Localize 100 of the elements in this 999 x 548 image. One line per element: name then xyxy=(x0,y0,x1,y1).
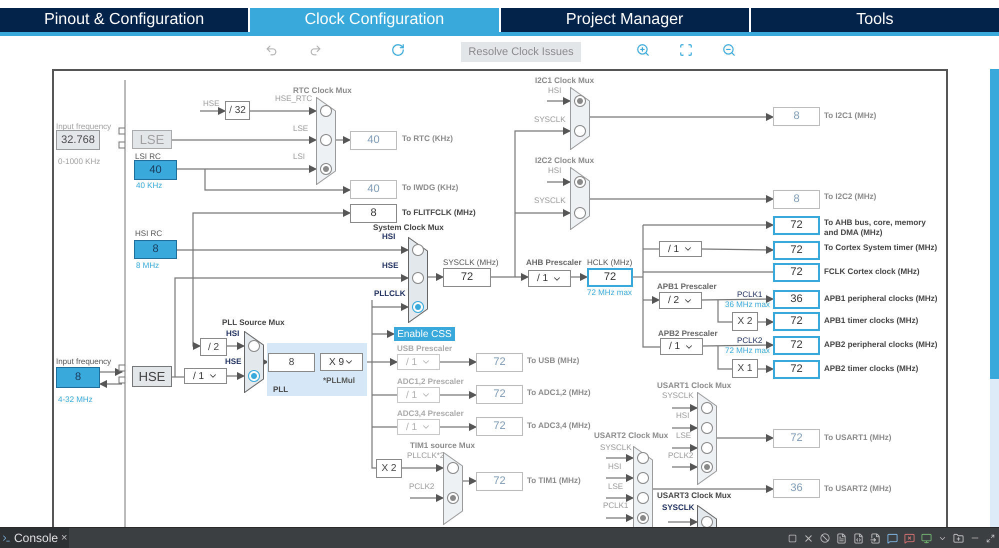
mux-input-label: PCLK2 xyxy=(668,451,694,460)
frequency-output-field[interactable]: 72 xyxy=(773,241,820,260)
output-label: To I2C1 (MHz) xyxy=(824,111,876,121)
output-label: To USART2 (MHz) xyxy=(824,484,892,494)
output-label: APB2 peripheral clocks (MHz) xyxy=(824,340,938,350)
mux-input-label: LSI xyxy=(293,152,306,161)
prescaler-dropdown[interactable]: X 9 xyxy=(320,353,363,371)
prescaler-caption: *PLLMul xyxy=(323,375,355,387)
mux-title: RTC Clock Mux xyxy=(293,85,352,95)
output-label: To USB (MHz) xyxy=(527,356,580,366)
mux-input-label: SYSCLK xyxy=(600,443,632,452)
bus-clock-max-label: 36 MHz max xyxy=(725,299,770,311)
rc-oscillator-label: LSI RC xyxy=(135,151,161,163)
pll-label: PLL xyxy=(273,384,288,396)
sysclk-field: 72 xyxy=(443,268,491,287)
output-label: To ADC3,4 (MHz) xyxy=(527,421,591,431)
rc-oscillator-label: HSI RC xyxy=(135,228,162,240)
mux-input-label: PCLK1 xyxy=(603,501,628,510)
frequency-output-field[interactable]: 72 xyxy=(773,216,820,235)
frequency-output-field[interactable]: 72 xyxy=(773,263,820,282)
mux-input-label: HSI xyxy=(548,86,562,95)
tab[interactable]: Project Manager xyxy=(500,8,749,32)
mux-input-label: HSE xyxy=(382,261,398,270)
mux-title: System Clock Mux xyxy=(373,222,444,233)
frequency-output-field[interactable]: 72 xyxy=(773,360,820,379)
prescaler-label: APB2 Prescaler xyxy=(658,328,718,340)
mux-title: USART2 Clock Mux xyxy=(594,430,668,442)
output-label: To AHB bus, core, memory and DMA (MHz) xyxy=(824,218,927,238)
prescaler-dropdown[interactable]: / 1 xyxy=(528,270,571,287)
bus-clock-max-label: 72 MHz max xyxy=(725,345,770,357)
mux-input-label: HSI xyxy=(608,462,622,471)
input-frequency-label: Input frequency xyxy=(56,356,112,368)
prescaler-dropdown[interactable]: / 2 xyxy=(659,292,702,309)
console-tab[interactable]: Console × xyxy=(0,528,70,548)
divider-block: X 1 xyxy=(732,359,758,378)
mux-input-label: HSI xyxy=(226,329,240,338)
mux-input-label: SYSCLK xyxy=(662,503,694,512)
mux-input-label: LSE xyxy=(293,124,308,133)
signal-label: HSE xyxy=(203,98,220,110)
prescaler-label: USB Prescaler xyxy=(397,343,452,355)
frequency-output-field[interactable]: 72 xyxy=(773,312,820,331)
pll-input-field: 8 xyxy=(268,353,315,372)
mux-title: USART3 Clock Mux xyxy=(657,490,732,502)
prescaler-dropdown[interactable]: / 1 xyxy=(184,368,227,384)
output-label: To TIM1 (MHz) xyxy=(527,476,581,486)
mux-input-label: HSE_RTC xyxy=(275,94,312,103)
mux-input-label: PLLCLK*2 xyxy=(407,451,444,460)
mux-title: USART1 Clock Mux xyxy=(657,380,732,392)
output-label: To USART1 (MHz) xyxy=(824,433,892,443)
hclk-label: HCLK (MHz) xyxy=(587,257,632,269)
output-label: To ADC1,2 (MHz) xyxy=(527,388,591,398)
input-frequency-field[interactable]: 32.768 xyxy=(56,130,100,150)
output-label: To FLITFCLK (MHz) xyxy=(402,208,476,218)
rc-frequency-label: 8 MHz xyxy=(136,260,160,272)
mux-input-label: SYSCLK xyxy=(534,196,566,205)
rc-oscillator-block: 40 xyxy=(134,160,177,180)
mux-input-label: HSI xyxy=(382,232,396,241)
input-frequency-field[interactable]: 8 xyxy=(56,367,100,388)
mux-input-label: HSI xyxy=(548,166,562,175)
prescaler-label: APB1 Prescaler xyxy=(657,281,717,293)
output-label: To IWDG (KHz) xyxy=(402,183,458,193)
oscillator-block[interactable]: HSE xyxy=(132,366,172,387)
frequency-output-field[interactable]: 72 xyxy=(773,336,820,355)
rc-frequency-label: 40 KHz xyxy=(136,180,162,192)
prescaler-label: AHB Prescaler xyxy=(526,257,582,269)
mux-input-label: PCLK2 xyxy=(409,482,434,491)
prescaler-label: ADC3,4 Prescaler xyxy=(397,408,464,420)
divider-block: X 2 xyxy=(376,459,402,478)
mux-title: PLL Source Mux xyxy=(222,317,285,329)
output-label: To Cortex System timer (MHz) xyxy=(824,243,938,253)
prescaler-dropdown[interactable]: / 1 xyxy=(659,241,702,257)
prescaler-dropdown[interactable]: / 1 xyxy=(660,338,703,355)
mux-input-label: HSI xyxy=(676,411,690,420)
bus-clock-label: PCLK1 xyxy=(737,289,762,301)
rc-oscillator-block: 8 xyxy=(134,240,177,259)
mux-input-label: LSE xyxy=(676,431,692,440)
output-label: APB2 timer clocks (MHz) xyxy=(824,364,918,374)
mux-title: I2C1 Clock Mux xyxy=(535,75,594,87)
hclk-max-label: 72 MHz max xyxy=(587,287,632,299)
mux-title: I2C2 Clock Mux xyxy=(535,155,594,167)
mux-input-label: HSE xyxy=(225,357,242,366)
close-icon[interactable]: × xyxy=(61,530,68,546)
output-label: To I2C2 (MHz) xyxy=(824,192,876,202)
frequency-output-field[interactable]: 36 xyxy=(773,290,820,309)
frequency-output-field[interactable]: 8 xyxy=(350,204,397,223)
divider-block: X 2 xyxy=(732,312,758,331)
output-label: APB1 peripheral clocks (MHz) xyxy=(824,294,938,304)
console-tab-label: Console xyxy=(14,530,58,547)
output-label: To RTC (KHz) xyxy=(402,134,453,144)
prescaler-label: ADC1,2 Prescaler xyxy=(397,376,464,388)
output-label: FCLK Cortex clock (MHz) xyxy=(824,267,920,277)
output-label: APB1 timer clocks (MHz) xyxy=(824,316,918,326)
bus-clock-label: PCLK2 xyxy=(737,335,762,347)
sysclk-label: SYSCLK (MHz) xyxy=(443,257,499,269)
mux-title: TIM1 source Mux xyxy=(410,440,475,452)
tab[interactable]: Pinout & Configuration xyxy=(0,8,248,32)
tab[interactable]: Tools xyxy=(750,8,999,32)
hclk-field[interactable]: 72 xyxy=(587,268,633,287)
mux-input-label: PLLCLK xyxy=(374,289,406,298)
divider-block: / 32 xyxy=(225,101,250,120)
